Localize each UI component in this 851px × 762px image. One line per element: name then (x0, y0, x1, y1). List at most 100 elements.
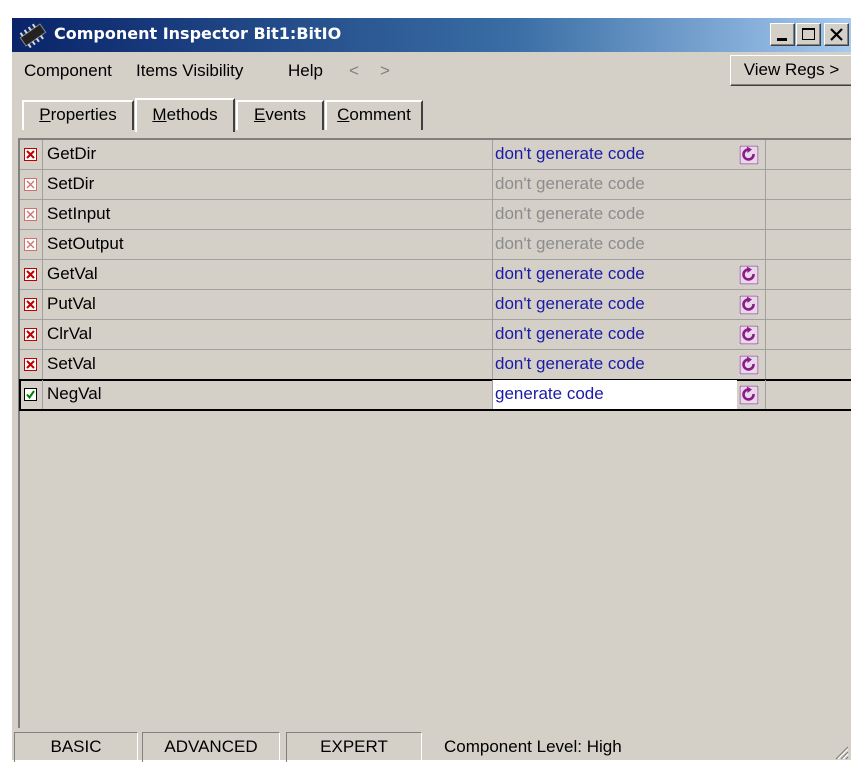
refresh-cell (737, 170, 765, 199)
method-row[interactable]: SetVal don't generate code (20, 350, 851, 380)
tab-methods-accel: M (152, 105, 167, 124)
menu-bar: Component Items Visibility Help < > View… (12, 54, 851, 88)
level-advanced-button[interactable]: ADVANCED (142, 732, 280, 762)
level-basic-button[interactable]: BASIC (14, 732, 138, 762)
method-row[interactable]: NegVal generate code (19, 379, 851, 411)
tab-events-label: vents (265, 105, 306, 124)
title-bar[interactable]: Component Inspector Bit1:BitIO (12, 18, 851, 52)
method-value: don't generate code (492, 200, 737, 229)
method-extra-cell (765, 140, 851, 169)
minimize-icon (777, 38, 787, 41)
level-expert-button[interactable]: EXPERT (286, 732, 422, 762)
method-name: SetDir (42, 170, 492, 199)
method-value: don't generate code (492, 170, 737, 199)
method-state-cell[interactable] (20, 200, 42, 229)
method-state-cell[interactable] (20, 260, 42, 289)
refresh-icon (739, 385, 759, 405)
component-inspector-window: Component Inspector Bit1:BitIO Component… (10, 16, 851, 762)
method-row[interactable]: GetVal don't generate code (20, 260, 851, 290)
methods-grid: GetDir don't generate code SetDir don't gen… (18, 138, 851, 728)
method-row[interactable]: PutVal don't generate code (20, 290, 851, 320)
unchecked-box-icon (24, 328, 37, 341)
tab-methods-label: ethods (166, 105, 218, 124)
method-state-cell[interactable] (20, 140, 42, 169)
method-state-cell[interactable] (20, 380, 42, 409)
minimize-button[interactable] (770, 23, 795, 46)
refresh-cell (737, 200, 765, 229)
method-state-cell[interactable] (20, 290, 42, 319)
method-extra-cell (765, 380, 851, 409)
disabled-box-icon (24, 208, 37, 221)
component-level-text: Component Level: High (444, 737, 622, 756)
tab-events-accel: E (254, 105, 266, 124)
refresh-icon (739, 355, 759, 375)
method-state-cell[interactable] (20, 320, 42, 349)
unchecked-box-icon (24, 268, 37, 281)
refresh-cell[interactable] (737, 140, 765, 169)
menu-help[interactable]: Help (288, 61, 323, 81)
refresh-icon (739, 325, 759, 345)
method-value: don't generate code (492, 230, 737, 259)
menu-component[interactable]: Component (24, 61, 112, 81)
method-extra-cell (765, 260, 851, 289)
method-value[interactable]: don't generate code (492, 350, 737, 379)
refresh-cell[interactable] (737, 380, 765, 409)
method-row[interactable]: SetInput don't generate code (20, 200, 851, 230)
forward-arrow-icon[interactable]: > (380, 61, 390, 81)
unchecked-box-icon (24, 148, 37, 161)
method-value[interactable]: generate code (492, 380, 737, 409)
tab-comment-accel: C (337, 105, 350, 124)
method-state-cell[interactable] (20, 170, 42, 199)
tab-properties-label: roperties (50, 105, 117, 124)
resize-grip-icon[interactable] (833, 744, 849, 760)
method-value[interactable]: don't generate code (492, 320, 737, 349)
menu-items-visibility[interactable]: Items Visibility (136, 61, 243, 81)
method-extra-cell (765, 200, 851, 229)
method-extra-cell (765, 230, 851, 259)
back-arrow-icon[interactable]: < (349, 61, 359, 81)
refresh-icon (739, 295, 759, 315)
view-regs-button[interactable]: View Regs > (730, 55, 851, 86)
method-row[interactable]: ClrVal don't generate code (20, 320, 851, 350)
refresh-cell[interactable] (737, 290, 765, 319)
method-name: ClrVal (42, 320, 492, 349)
method-name: GetDir (42, 140, 492, 169)
tab-properties[interactable]: Properties (22, 100, 134, 130)
method-value[interactable]: don't generate code (492, 290, 737, 319)
method-name: SetInput (42, 200, 492, 229)
close-button[interactable] (824, 23, 849, 46)
method-name: GetVal (42, 260, 492, 289)
method-name: SetOutput (42, 230, 492, 259)
method-row[interactable]: SetDir don't generate code (20, 170, 851, 200)
tab-strip: Properties Methods Events Comment (18, 98, 428, 132)
refresh-cell[interactable] (737, 260, 765, 289)
unchecked-box-icon (24, 298, 37, 311)
checked-box-icon (24, 388, 37, 401)
method-state-cell[interactable] (20, 230, 42, 259)
tab-properties-accel: P (39, 105, 51, 124)
refresh-cell[interactable] (737, 320, 765, 349)
method-row[interactable]: SetOutput don't generate code (20, 230, 851, 260)
method-extra-cell (765, 350, 851, 379)
tab-comment-label: omment (349, 105, 411, 124)
method-extra-cell (765, 320, 851, 349)
method-state-cell[interactable] (20, 350, 42, 379)
method-extra-cell (765, 170, 851, 199)
method-name: PutVal (42, 290, 492, 319)
tab-events[interactable]: Events (236, 100, 324, 130)
tab-methods[interactable]: Methods (135, 98, 235, 132)
maximize-icon (802, 28, 815, 40)
refresh-cell[interactable] (737, 350, 765, 379)
method-name: SetVal (42, 350, 492, 379)
method-row[interactable]: GetDir don't generate code (20, 140, 851, 170)
method-name: NegVal (42, 380, 492, 409)
disabled-box-icon (24, 238, 37, 251)
maximize-button[interactable] (796, 23, 821, 46)
method-value[interactable]: don't generate code (492, 140, 737, 169)
tab-comment[interactable]: Comment (325, 100, 423, 130)
status-bar: BASIC ADVANCED EXPERT Component Level: H… (12, 730, 851, 762)
disabled-box-icon (24, 178, 37, 191)
method-extra-cell (765, 290, 851, 319)
method-value[interactable]: don't generate code (492, 260, 737, 289)
window-title: Component Inspector Bit1:BitIO (54, 24, 342, 43)
